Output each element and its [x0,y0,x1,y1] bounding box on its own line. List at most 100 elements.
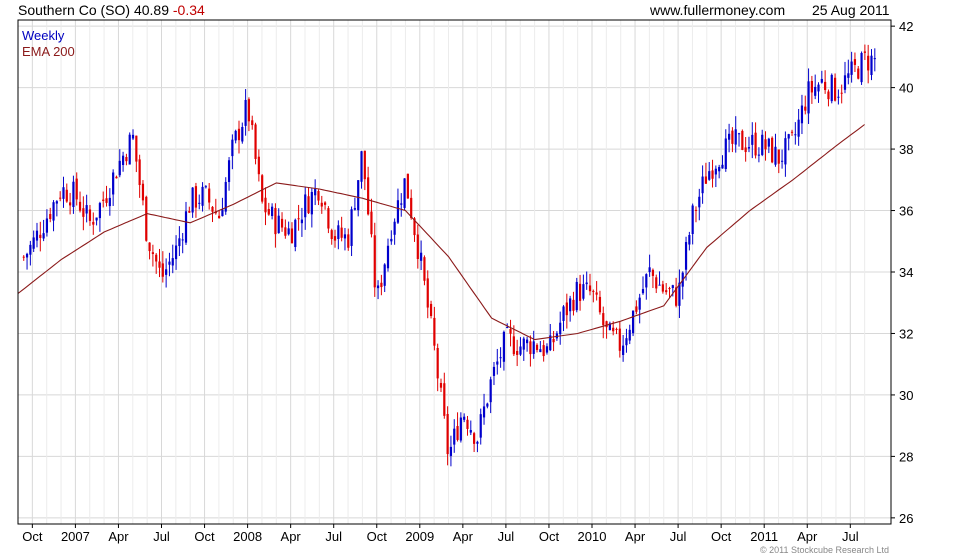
candle-up [608,321,611,331]
copyright-note: © 2011 Stockcube Research Ltd [760,545,890,555]
candle-down [731,127,734,153]
candle-down [675,277,678,308]
candle-up [300,207,304,237]
y-tick-label: 30 [899,388,913,403]
candle-down [307,187,310,215]
candle-down [257,149,260,182]
candle-down [141,180,145,206]
candle-down [284,219,287,239]
candle-up [784,131,787,177]
y-tick-label: 34 [899,265,913,280]
candle-down [764,131,767,161]
x-tick-label: 2009 [405,529,434,544]
candle-up [420,240,423,271]
candle-up [469,420,472,436]
candle-up [244,89,247,136]
candle-up [29,240,32,266]
candle-up [807,68,810,124]
candle-up [310,187,313,228]
candle-down [456,412,459,442]
x-tick-label: Oct [539,529,560,544]
y-tick-label: 28 [899,449,913,464]
candle-up [708,162,711,181]
candle-down [433,306,436,351]
candle-up [128,132,131,165]
candle-up [386,238,390,272]
candle-up [403,178,406,211]
candle-up [499,347,502,368]
candle-down [473,431,476,453]
candle-down [423,255,426,286]
candle-up [727,123,731,153]
candle-up [698,188,701,221]
candle-up [797,108,800,146]
candle-down [509,319,512,347]
y-tick-label: 38 [899,142,913,157]
candle-down [443,372,446,419]
candle-down [105,185,108,207]
candle-up [241,122,244,144]
candle-down [251,115,254,130]
candle-up [545,343,549,355]
y-tick-label: 36 [899,204,913,219]
candle-up [714,165,717,188]
y-tick-label: 26 [899,511,913,526]
candle-down [552,330,555,352]
candle-down [218,210,221,219]
y-tick-label: 40 [899,81,913,96]
candle-up [221,197,224,217]
x-tick-label: Apr [281,529,302,544]
candle-down [280,212,284,232]
candle-down [347,228,350,251]
candle-up [131,129,135,141]
candle-down [777,149,780,174]
candle-up [817,82,820,103]
candle-up [780,149,784,169]
candle-up [32,230,35,253]
candle-up [224,177,227,215]
ticker-title: Southern Co (SO) [18,2,131,18]
candle-down [380,274,383,296]
legend-weekly: Weekly [22,28,65,43]
candle-up [847,59,850,85]
candle-up [35,222,39,248]
candle-down [741,129,744,151]
candle-up [737,132,741,147]
candle-up [304,186,307,230]
candle-up [631,310,635,337]
x-tick-label: Apr [453,529,474,544]
candle-down [151,244,154,267]
candle-up [181,232,184,254]
candle-up [350,206,353,257]
candle-up [287,221,290,236]
chart-date: 25 Aug 2011 [812,2,890,18]
candle-up [645,273,648,300]
candle-up [628,324,631,345]
candle-up [787,133,790,151]
candle-up [343,227,347,251]
y-tick-label: 42 [899,19,913,34]
candle-down [863,44,866,60]
candle-down [264,187,267,226]
candle-up [519,337,522,356]
candle-up [820,70,823,84]
candle-up [72,175,75,214]
candle-down [254,122,257,165]
candle-down [161,251,164,283]
candle-up [850,51,853,83]
candle-up [45,209,49,237]
candle-up [165,258,168,288]
candle-up [658,271,661,286]
candle-up [492,361,496,386]
x-tick-label: Apr [797,529,818,544]
candle-up [860,51,863,85]
x-tick-label: Apr [625,529,646,544]
candle-up [191,187,194,218]
x-tick-label: Jul [498,529,515,544]
candle-up [62,176,65,208]
candle-up [463,413,466,423]
x-tick-label: Jul [842,529,859,544]
candle-down [565,293,568,329]
candle-down [158,248,161,278]
candle-up [400,193,403,217]
